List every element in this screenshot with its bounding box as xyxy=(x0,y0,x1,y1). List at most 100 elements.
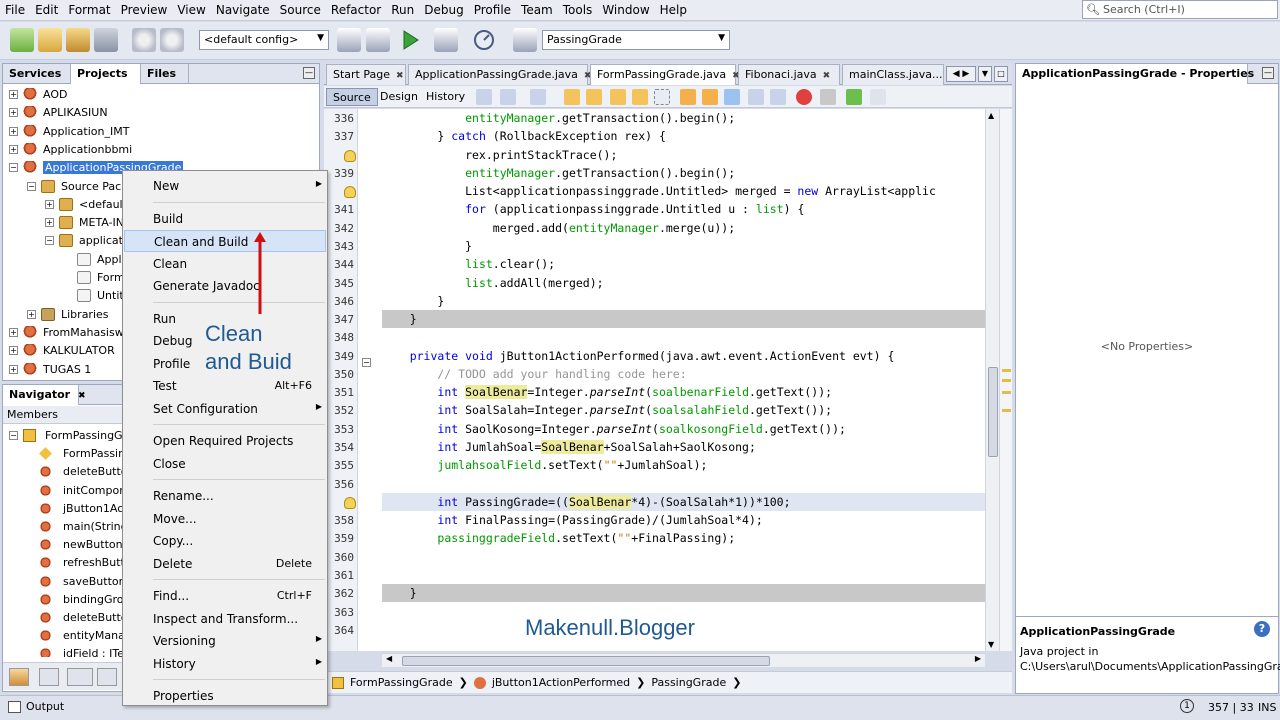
warning-mark[interactable] xyxy=(1002,391,1011,394)
expand-toggle-icon[interactable]: + xyxy=(9,144,18,154)
tab-list-icon[interactable]: ▼ xyxy=(978,66,992,82)
tree-item[interactable]: + Application_IMT xyxy=(3,123,319,141)
find-previous-icon[interactable] xyxy=(564,89,580,105)
tab-navigator[interactable]: Navigator ✖ xyxy=(3,385,86,405)
menu-item-inspect-and-transform[interactable]: Inspect and Transform... xyxy=(124,608,326,630)
build-hammer-icon[interactable] xyxy=(337,28,361,52)
expand-toggle-icon[interactable]: + xyxy=(9,126,18,136)
redo-icon[interactable] xyxy=(160,28,184,52)
breadcrumb-class[interactable]: FormPassingGrade xyxy=(350,676,453,689)
open-project-icon[interactable] xyxy=(66,28,90,52)
code-line[interactable]: int FinalPassing=(PassingGrade)/(JumlahS… xyxy=(382,511,985,529)
code-line[interactable]: } xyxy=(382,292,985,310)
expand-toggle-icon[interactable]: + xyxy=(45,199,54,209)
code-line[interactable]: private void jButton1ActionPerformed(jav… xyxy=(382,347,985,365)
tree-item[interactable]: + Applicationbbmi xyxy=(3,141,319,159)
new-project-icon[interactable] xyxy=(38,28,62,52)
forward-icon[interactable] xyxy=(530,89,546,105)
code-editor[interactable]: entityManager.getTransaction().begin(); … xyxy=(382,109,985,651)
lightbulb-hint-icon[interactable] xyxy=(344,496,356,509)
scroll-right-icon[interactable]: ▶ xyxy=(975,654,981,663)
tab-design[interactable]: Design xyxy=(374,88,424,106)
tab-history[interactable]: History xyxy=(420,88,471,106)
lightbulb-hint-icon[interactable] xyxy=(344,186,356,199)
tab-main-class[interactable]: mainClass.java... xyxy=(842,64,944,85)
code-line[interactable]: int SoalSalah=Integer.parseInt(soalsalah… xyxy=(382,401,985,419)
notifications-icon[interactable]: 1 xyxy=(1180,699,1194,713)
menu-item-versioning[interactable]: Versioning ▶ xyxy=(124,630,326,652)
tab-start-page[interactable]: Start Page ✖ xyxy=(326,64,406,85)
debug-icon[interactable] xyxy=(434,28,458,52)
scroll-left-icon[interactable]: ◀ xyxy=(386,654,392,663)
last-edit-icon[interactable] xyxy=(476,89,492,105)
menu-item-properties[interactable]: Properties xyxy=(124,685,326,707)
shift-right-icon[interactable] xyxy=(770,89,786,105)
previous-bookmark-icon[interactable] xyxy=(680,89,696,105)
code-line[interactable]: rex.printStackTrace(); xyxy=(382,146,985,164)
menu-item-generate-javadoc[interactable]: Generate Javadoc xyxy=(124,275,326,297)
code-line[interactable]: list.clear(); xyxy=(382,255,985,273)
menu-item-build[interactable]: Build xyxy=(124,208,326,230)
warning-mark[interactable] xyxy=(1002,409,1011,412)
start-macro-icon[interactable] xyxy=(796,89,812,105)
code-line[interactable]: entityManager.getTransaction().begin(); xyxy=(382,164,985,182)
tab-files[interactable]: Files xyxy=(141,64,189,84)
expand-toggle-icon[interactable]: + xyxy=(9,364,18,374)
menu-format[interactable]: Format xyxy=(63,0,115,21)
scroll-thumb[interactable] xyxy=(402,656,770,666)
expand-toggle-icon[interactable]: − xyxy=(45,236,54,246)
menu-view[interactable]: View xyxy=(172,0,210,21)
code-line[interactable]: jumlahsoalField.setText(""+JumlahSoal); xyxy=(382,456,985,474)
back-icon[interactable] xyxy=(500,89,516,105)
menu-item-clean-and-build[interactable]: Clean and Build xyxy=(124,230,326,252)
menu-item-delete[interactable]: Delete Delete xyxy=(124,553,326,575)
menu-item-set-configuration[interactable]: Set Configuration ▶ xyxy=(124,398,326,420)
scroll-thumb[interactable] xyxy=(988,367,998,457)
menu-item-rename[interactable]: Rename... xyxy=(124,485,326,507)
code-line[interactable]: } catch (RollbackException rex) { xyxy=(382,127,985,145)
shift-left-icon[interactable] xyxy=(748,89,764,105)
horizontal-scrollbar[interactable]: ◀ ▶ xyxy=(382,653,985,667)
menu-item-open-required-projects[interactable]: Open Required Projects xyxy=(124,430,326,452)
code-line[interactable]: List<applicationpassinggrade.Untitled> m… xyxy=(382,182,985,200)
rectangular-select-icon[interactable] xyxy=(654,89,670,105)
code-line[interactable]: } xyxy=(382,310,985,329)
code-line[interactable] xyxy=(382,328,985,346)
help-icon[interactable]: ? xyxy=(1254,621,1270,637)
tab-services[interactable]: Services xyxy=(3,64,71,84)
code-line[interactable] xyxy=(382,475,985,493)
tab-source[interactable]: Source xyxy=(326,88,378,106)
expand-toggle-icon[interactable]: + xyxy=(9,90,18,99)
code-line[interactable]: entityManager.getTransaction().begin(); xyxy=(382,109,985,127)
breadcrumb-method[interactable]: jButton1ActionPerformed xyxy=(492,676,630,689)
filter-static-icon[interactable] xyxy=(67,668,93,686)
code-line[interactable]: for (applicationpassinggrade.Untitled u … xyxy=(382,200,985,218)
uncomment-icon[interactable] xyxy=(870,89,886,105)
menu-item-find[interactable]: Find... Ctrl+F xyxy=(124,585,326,607)
filter-inherited-icon[interactable] xyxy=(97,668,117,686)
fold-toggle-icon[interactable]: − xyxy=(362,358,371,367)
close-icon[interactable]: ✖ xyxy=(396,71,404,81)
close-icon[interactable]: ✖ xyxy=(823,71,831,81)
menu-tools[interactable]: Tools xyxy=(558,0,598,21)
menu-debug[interactable]: Debug xyxy=(419,0,468,21)
close-icon[interactable]: ✖ xyxy=(78,391,86,401)
clean-build-icon[interactable] xyxy=(366,28,390,52)
search-box[interactable]: 🔍︎ Search (Ctrl+I) xyxy=(1082,0,1278,19)
code-line[interactable]: int SoalBenar=Integer.parseInt(soalbenar… xyxy=(382,383,985,401)
stop-macro-icon[interactable] xyxy=(820,89,836,105)
code-line[interactable]: } xyxy=(382,237,985,255)
next-bookmark-icon[interactable] xyxy=(702,89,718,105)
menu-source[interactable]: Source xyxy=(275,0,326,21)
tab-fibonaci[interactable]: Fibonaci.java ✖ xyxy=(738,64,840,85)
toggle-bookmark-icon[interactable] xyxy=(724,89,740,105)
menu-item-new[interactable]: New ▶ xyxy=(124,175,326,197)
code-line[interactable] xyxy=(382,566,985,584)
vertical-scrollbar[interactable]: ▲ ▼ xyxy=(985,109,999,651)
menu-window[interactable]: Window xyxy=(597,0,654,21)
minimize-icon[interactable]: — xyxy=(1262,67,1274,79)
breadcrumb-variable[interactable]: PassingGrade xyxy=(651,676,726,689)
lightbulb-hint-icon[interactable] xyxy=(344,149,356,162)
menu-help[interactable]: Help xyxy=(655,0,692,21)
menu-item-clean[interactable]: Clean xyxy=(124,253,326,275)
